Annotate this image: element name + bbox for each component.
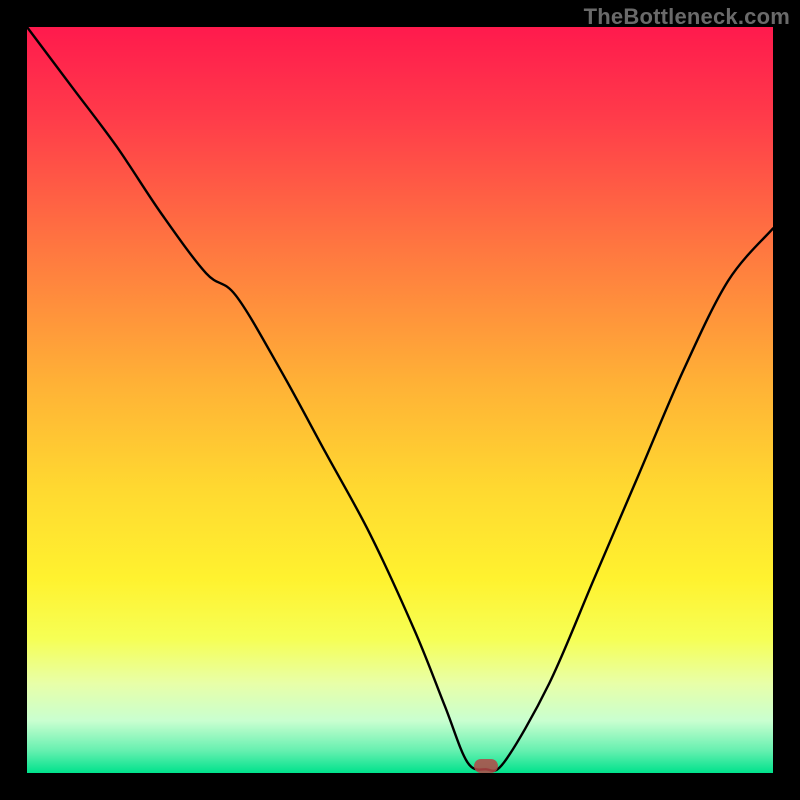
plot-area: [27, 27, 773, 773]
chart-frame: TheBottleneck.com: [0, 0, 800, 800]
optimal-marker: [474, 759, 498, 773]
curve-path: [27, 27, 773, 771]
watermark-text: TheBottleneck.com: [584, 4, 790, 30]
bottleneck-curve: [27, 27, 773, 773]
